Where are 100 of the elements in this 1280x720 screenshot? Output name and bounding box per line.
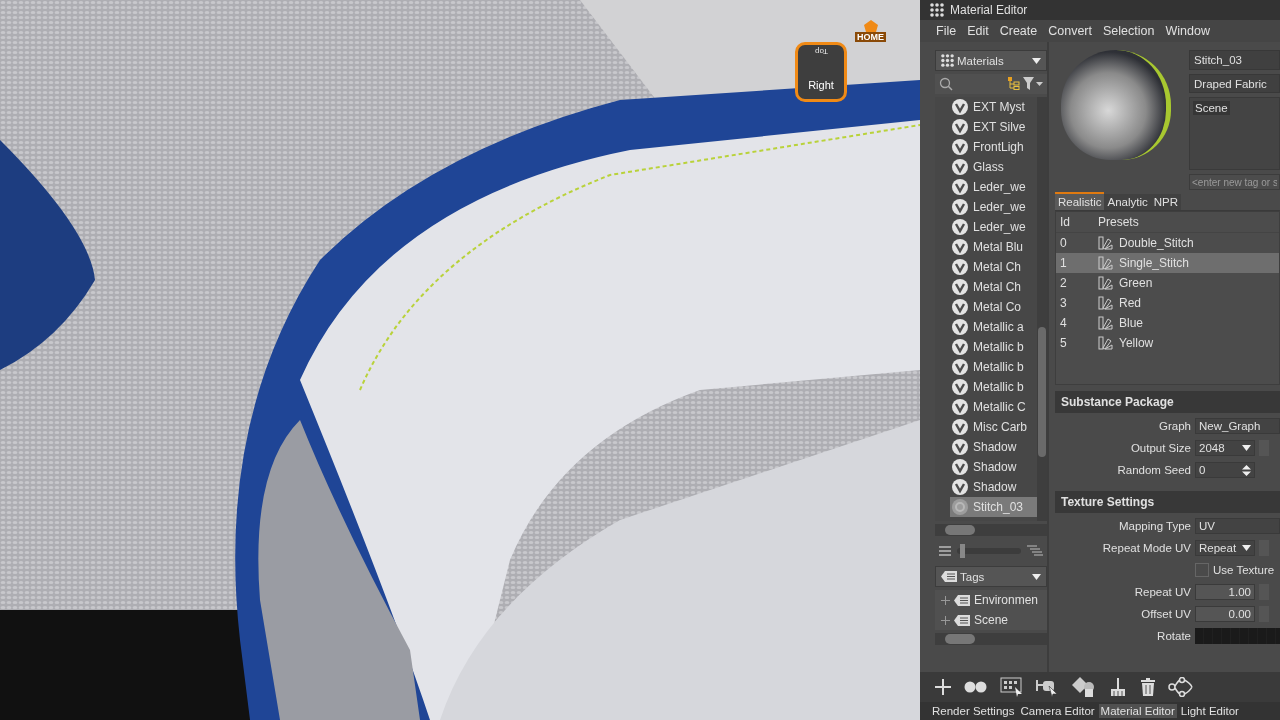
grid-cursor-icon[interactable]: [1000, 677, 1024, 697]
editor-tab[interactable]: Light Editor: [1178, 704, 1241, 718]
home-icon[interactable]: [863, 20, 878, 32]
text-field[interactable]: UV: [1195, 518, 1280, 534]
material-list-item[interactable]: Metallic C: [950, 397, 1037, 417]
material-list-item[interactable]: Metal Ch: [950, 277, 1037, 297]
view-cube-top-label[interactable]: Top: [814, 47, 828, 56]
hierarchy-icon[interactable]: [1008, 77, 1020, 91]
field-label: Mapping Type: [1117, 520, 1191, 532]
material-ball-icon: [952, 139, 968, 155]
material-list-item[interactable]: EXT Myst: [950, 97, 1037, 117]
material-list-item[interactable]: Metal Co: [950, 297, 1037, 317]
node-graph-icon[interactable]: [1168, 677, 1194, 697]
tag-tree-item[interactable]: Scene: [935, 610, 1047, 630]
material-list-item[interactable]: Shadow: [950, 437, 1037, 457]
preset-row[interactable]: 3 Red: [1056, 293, 1279, 313]
material-list-item[interactable]: Glass: [950, 157, 1037, 177]
menu-item[interactable]: Selection: [1103, 24, 1155, 38]
material-list-item[interactable]: EXT Silve: [950, 117, 1037, 137]
column-header[interactable]: Id: [1056, 215, 1098, 229]
material-list-item[interactable]: Leder_we: [950, 217, 1037, 237]
tag-tree-item[interactable]: Environmen: [935, 590, 1047, 610]
menu-item[interactable]: Convert: [1048, 24, 1092, 38]
material-ball-icon: [952, 159, 968, 175]
tag-chip[interactable]: Scene: [1193, 101, 1230, 116]
menu-item[interactable]: Window: [1165, 24, 1210, 38]
brush-icon[interactable]: [1108, 677, 1128, 697]
dropdown-field[interactable]: Repeat: [1195, 540, 1255, 556]
list-icon[interactable]: [939, 546, 951, 556]
section-header[interactable]: Texture Settings: [1055, 491, 1280, 513]
caret-icon: [1242, 445, 1251, 451]
preset-row[interactable]: 0 Double_Stitch: [1056, 233, 1279, 253]
menu-item[interactable]: File: [936, 24, 957, 38]
material-ball-icon: [952, 239, 968, 255]
tags-dropdown[interactable]: Tags: [935, 566, 1047, 587]
field-label: Random Seed: [1116, 464, 1191, 476]
material-list-item[interactable]: Metallic b: [950, 337, 1037, 357]
material-list-item[interactable]: Leder_we: [950, 197, 1037, 217]
materials-dropdown[interactable]: Materials: [935, 50, 1047, 71]
section-header[interactable]: Substance Package: [1055, 391, 1280, 413]
menu-item[interactable]: Edit: [967, 24, 989, 38]
editor-tab[interactable]: Material Editor: [1098, 704, 1177, 718]
material-ball-icon: [952, 199, 968, 215]
grid-icon: [930, 3, 944, 17]
editor-tab[interactable]: Camera Editor: [1018, 704, 1097, 718]
material-list-item[interactable]: FrontLigh: [950, 137, 1037, 157]
material-ball-icon: [952, 259, 968, 275]
preset-row[interactable]: 5 Yellow: [1056, 333, 1279, 353]
spinner-arrows-icon[interactable]: [1242, 464, 1251, 476]
material-list-item[interactable]: Metal Blu: [950, 237, 1037, 257]
plus-icon[interactable]: [934, 678, 952, 696]
material-list-item[interactable]: Metallic a: [950, 317, 1037, 337]
trash-icon[interactable]: [1140, 677, 1156, 697]
material-list-item[interactable]: Shadow: [950, 477, 1037, 497]
material-ball-icon: [952, 119, 968, 135]
icon-size-slider[interactable]: [960, 544, 966, 558]
material-list-item[interactable]: Metal Ch: [950, 257, 1037, 277]
preset-row[interactable]: 2 Green: [1056, 273, 1279, 293]
render-mode-tab[interactable]: NPR: [1150, 194, 1182, 210]
new-tag-input[interactable]: <enter new tag or s: [1189, 174, 1280, 190]
tag-icon: [954, 594, 970, 606]
shapes-icon[interactable]: [1072, 677, 1096, 697]
horizontal-scrollbar[interactable]: [935, 633, 1047, 645]
material-list-item[interactable]: Metallic b: [950, 357, 1037, 377]
view-cube-right-label[interactable]: Right: [808, 79, 834, 91]
number-field[interactable]: 0.00: [1195, 606, 1255, 622]
spinner-field[interactable]: 0: [1195, 462, 1255, 478]
search-icon[interactable]: [939, 77, 953, 91]
two-spheres-icon[interactable]: [964, 680, 988, 694]
material-tags-box[interactable]: Scene: [1189, 97, 1280, 171]
material-list-item[interactable]: Misc Carb: [950, 417, 1037, 437]
expand-icon[interactable]: [941, 615, 950, 625]
material-type-field[interactable]: Draped Fabric: [1189, 73, 1280, 94]
render-mode-tab[interactable]: Realistic: [1055, 192, 1105, 210]
menu-item[interactable]: Create: [999, 24, 1038, 38]
editor-tab[interactable]: Render Settings: [930, 704, 1017, 718]
grid-icon: [941, 54, 954, 67]
preset-row[interactable]: 1 Single_Stitch: [1056, 253, 1279, 273]
preset-row[interactable]: 4 Blue: [1056, 313, 1279, 333]
dropdown-field[interactable]: 2048: [1195, 440, 1255, 456]
material-list-item[interactable]: Leder_we: [950, 177, 1037, 197]
material-list-item[interactable]: Shadow: [950, 457, 1037, 477]
field-label: Offset UV: [1140, 608, 1191, 620]
checkbox[interactable]: [1195, 563, 1209, 577]
view-cube[interactable]: Top Right: [795, 42, 847, 102]
filter-icon[interactable]: [1023, 77, 1043, 91]
material-list-item[interactable]: Metallic b: [950, 377, 1037, 397]
node-cursor-icon[interactable]: [1036, 677, 1060, 697]
number-field[interactable]: 1.00: [1195, 584, 1255, 600]
vertical-scrollbar[interactable]: [1037, 97, 1047, 521]
swatch-fan-icon: [1098, 336, 1113, 350]
material-name-field[interactable]: Stitch_03: [1189, 50, 1280, 70]
text-field[interactable]: New_Graph: [1195, 418, 1280, 434]
list-detail-icon[interactable]: [1027, 545, 1043, 557]
horizontal-scrollbar[interactable]: [935, 524, 1047, 536]
expand-icon[interactable]: [941, 595, 950, 605]
material-ball-icon: [952, 359, 968, 375]
column-header[interactable]: Presets: [1098, 215, 1139, 229]
render-mode-tab[interactable]: Analytic: [1104, 194, 1151, 210]
home-label[interactable]: HOME: [855, 32, 886, 42]
